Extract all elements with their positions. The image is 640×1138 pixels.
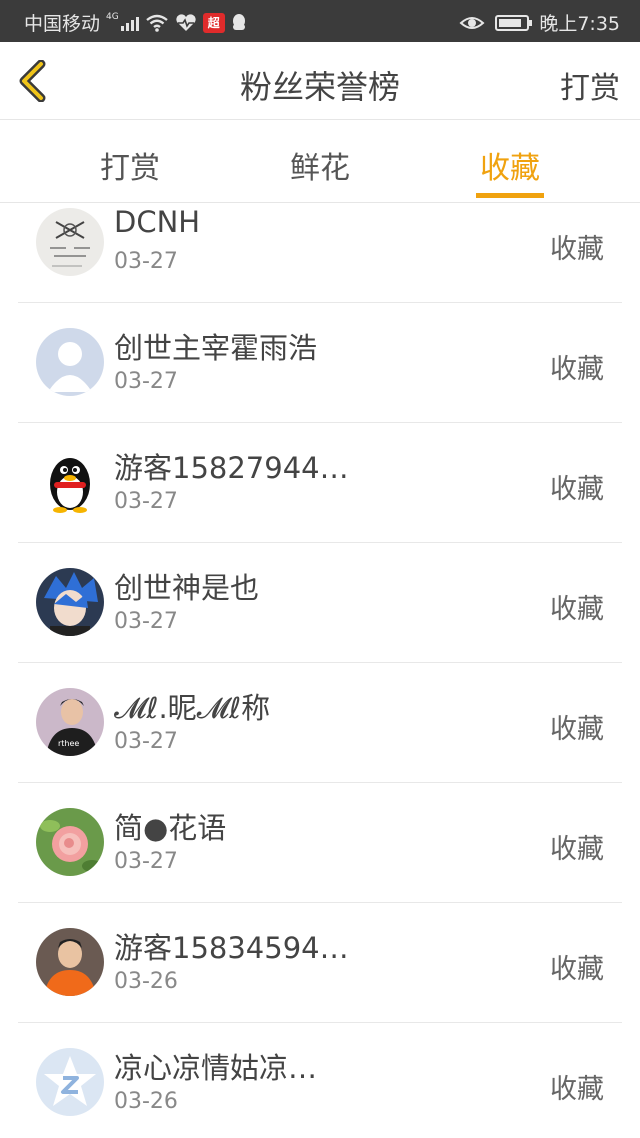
user-name: 简●花语	[114, 811, 227, 845]
tab-tip[interactable]: 打赏	[60, 143, 200, 187]
tab-bar: 打赏 鲜花 收藏	[0, 121, 640, 203]
sketch-avatar	[36, 208, 104, 276]
list-item[interactable]: DCNH 03-27 收藏	[18, 203, 622, 303]
active-tab-indicator	[476, 193, 544, 198]
tip-button[interactable]: 打赏	[560, 63, 620, 107]
list-item[interactable]: 凉心凉情姑凉… 03-26 收藏	[18, 1023, 622, 1138]
battery-icon	[495, 14, 533, 31]
app-notification-icon: 超	[202, 12, 225, 33]
star-z-avatar	[36, 1048, 104, 1116]
user-name: 游客15834594…	[114, 931, 349, 965]
page-title: 粉丝荣誉榜	[239, 68, 400, 106]
anime-avatar	[36, 568, 104, 636]
favorite-label: 收藏	[550, 594, 604, 625]
qq-penguin-avatar	[36, 448, 104, 516]
eye-comfort-icon	[459, 16, 485, 29]
tab-tip-label: 打赏	[100, 151, 160, 186]
favorite-label: 收藏	[550, 234, 604, 265]
person-orange-avatar	[36, 928, 104, 996]
svg-text:rthee: rthee	[58, 739, 79, 748]
wifi-icon	[145, 14, 168, 32]
tab-flowers[interactable]: 鲜花	[250, 143, 390, 187]
list-item[interactable]: 游客15834594… 03-26 收藏	[18, 903, 622, 1023]
health-heart-icon	[176, 13, 196, 31]
default-person-avatar	[36, 328, 104, 396]
user-name: 凉心凉情姑凉…	[114, 1051, 318, 1085]
top-bar: 粉丝荣誉榜 打赏	[0, 42, 640, 120]
clock: 晚上7:35	[539, 13, 620, 35]
list-item[interactable]: 简●花语 03-27 收藏	[18, 783, 622, 903]
user-name: 创世主宰霍雨浩	[114, 331, 318, 365]
list-item[interactable]: 游客15827944… 03-27 收藏	[18, 423, 622, 543]
date: 03-27	[114, 849, 178, 874]
favorite-label: 收藏	[550, 354, 604, 385]
favorite-label: 收藏	[550, 954, 604, 985]
favorite-label: 收藏	[550, 1074, 604, 1105]
date: 03-27	[114, 489, 178, 514]
tab-flowers-label: 鲜花	[290, 151, 350, 186]
list-item[interactable]: 创世神是也 03-27 收藏	[18, 543, 622, 663]
user-name: DCNH	[114, 205, 201, 239]
date: 03-27	[114, 369, 178, 394]
carrier-label: 中国移动	[24, 13, 101, 35]
tab-favorites[interactable]: 收藏	[440, 143, 580, 198]
status-bar: 中国移动 4G 超 晚上7:35	[0, 0, 640, 42]
flower-avatar	[36, 808, 104, 876]
favorite-label: 收藏	[550, 834, 604, 865]
fan-list[interactable]: DCNH 03-27 收藏 创世主宰霍雨浩 03-27 收藏 游客1582794…	[0, 203, 640, 1138]
network-type: 4G	[106, 11, 119, 22]
user-name: 𝓜ℓ.昵𝓜ℓ称	[114, 691, 271, 725]
date: 03-27	[114, 729, 178, 754]
date: 03-26	[114, 969, 178, 994]
signal-icon	[120, 15, 139, 31]
list-item[interactable]: rthee 𝓜ℓ.昵𝓜ℓ称 03-27 收藏	[18, 663, 622, 783]
user-name: 创世神是也	[114, 571, 260, 605]
user-name: 游客15827944…	[114, 451, 349, 485]
tab-favorites-label: 收藏	[480, 151, 540, 186]
favorite-label: 收藏	[550, 474, 604, 505]
date: 03-26	[114, 1089, 178, 1114]
person-photo-avatar: rthee	[36, 688, 104, 756]
date: 03-27	[114, 609, 178, 634]
qq-notification-icon	[232, 13, 245, 30]
date: 03-27	[114, 249, 178, 274]
list-item[interactable]: 创世主宰霍雨浩 03-27 收藏	[18, 303, 622, 423]
favorite-label: 收藏	[550, 714, 604, 745]
